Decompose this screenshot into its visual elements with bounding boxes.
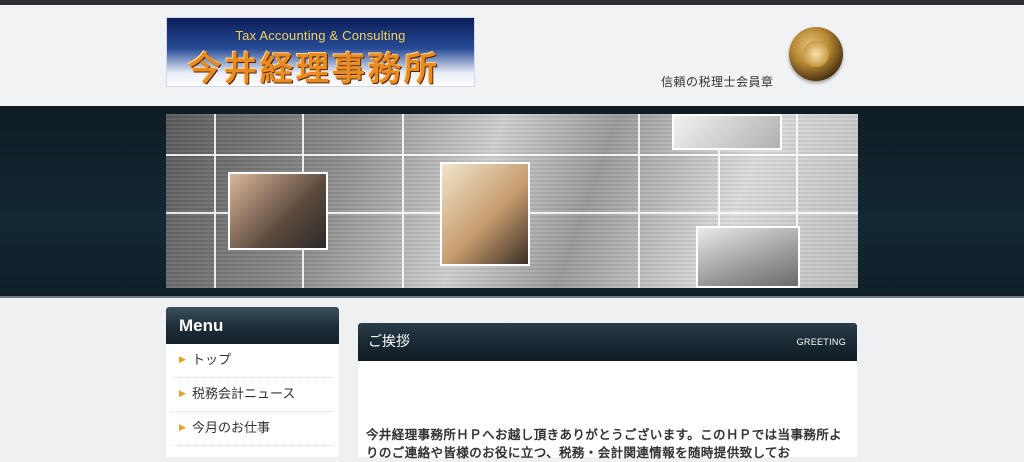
banner-gridline xyxy=(166,154,858,156)
site-logo[interactable]: Tax Accounting & Consulting 今井経理事務所 xyxy=(166,17,475,88)
hero-banner-image xyxy=(166,114,858,288)
logo-subtitle: Tax Accounting & Consulting xyxy=(235,28,406,43)
banner-photo-notebook xyxy=(440,162,530,266)
sidebar-item-monthly-work[interactable]: ▶ 今月のお仕事 xyxy=(172,412,333,446)
menu-title: Menu xyxy=(166,307,339,344)
greeting-label: GREETING xyxy=(796,337,846,347)
banner-photo-keyboard xyxy=(696,226,800,288)
banner-photo-calculator xyxy=(228,172,328,250)
triangle-right-icon: ▶ xyxy=(179,423,186,433)
seal-caption: 信頼の税理士会員章 xyxy=(661,75,774,89)
banner-photo-pen xyxy=(672,114,782,150)
sidebar-item-label: 税務会計ニュース xyxy=(192,387,296,402)
sidebar-item-tax-news[interactable]: ▶ 税務会計ニュース xyxy=(172,378,333,412)
greeting-title: ご挨拶 xyxy=(368,334,410,350)
banner-gridline xyxy=(402,114,404,288)
sidebar-menu: Menu ▶ トップ ▶ 税務会計ニュース ▶ 今月のお仕事 xyxy=(166,307,339,457)
membership-seal-icon xyxy=(789,27,843,81)
sidebar-item-label: 今月のお仕事 xyxy=(192,421,271,436)
triangle-right-icon: ▶ xyxy=(179,355,186,365)
greeting-header: ご挨拶 GREETING xyxy=(358,323,857,361)
logo-title: 今井経理事務所 xyxy=(188,49,440,88)
triangle-right-icon: ▶ xyxy=(179,389,186,399)
banner-gridline xyxy=(214,114,216,288)
site-header xyxy=(0,5,1024,106)
greeting-section: ご挨拶 GREETING 今井経理事務所ＨＰへお越し頂きありがとうございます。こ… xyxy=(358,323,857,460)
sidebar-item-top[interactable]: ▶ トップ xyxy=(172,344,333,378)
banner-gridline xyxy=(638,114,640,288)
sidebar-item-label: トップ xyxy=(192,353,232,368)
